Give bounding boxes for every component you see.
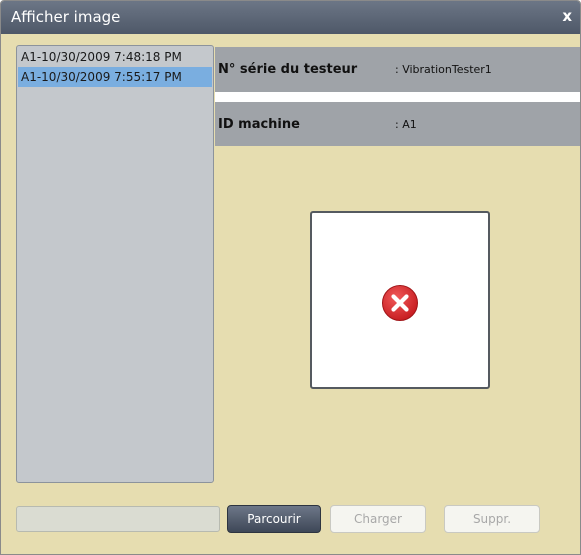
window-title: Afficher image bbox=[11, 8, 121, 26]
serial-number-row: N° série du testeur : VibrationTester1 bbox=[215, 47, 580, 92]
machine-id-value: : A1 bbox=[395, 117, 417, 131]
list-item[interactable]: A1-10/30/2009 7:48:18 PM bbox=[18, 47, 212, 67]
close-button[interactable]: x bbox=[562, 7, 572, 25]
serial-number-label: N° série du testeur bbox=[218, 62, 358, 77]
file-path-input[interactable] bbox=[16, 506, 220, 532]
machine-id-label: ID machine bbox=[218, 116, 300, 132]
title-bar: Afficher image x bbox=[1, 1, 580, 34]
list-item-selected[interactable]: A1-10/30/2009 7:55:17 PM bbox=[18, 67, 212, 87]
browse-button[interactable]: Parcourir bbox=[227, 505, 321, 533]
machine-id-row: ID machine : A1 bbox=[215, 102, 580, 146]
image-viewer-dialog: Afficher image x A1-10/30/2009 7:48:18 P… bbox=[0, 0, 581, 555]
serial-number-value: : VibrationTester1 bbox=[395, 63, 492, 76]
image-preview bbox=[310, 211, 490, 389]
delete-button[interactable]: Suppr. bbox=[444, 505, 540, 533]
error-icon bbox=[382, 285, 418, 321]
load-button[interactable]: Charger bbox=[330, 505, 426, 533]
record-list[interactable]: A1-10/30/2009 7:48:18 PM A1-10/30/2009 7… bbox=[16, 45, 214, 483]
row-divider bbox=[215, 92, 580, 102]
